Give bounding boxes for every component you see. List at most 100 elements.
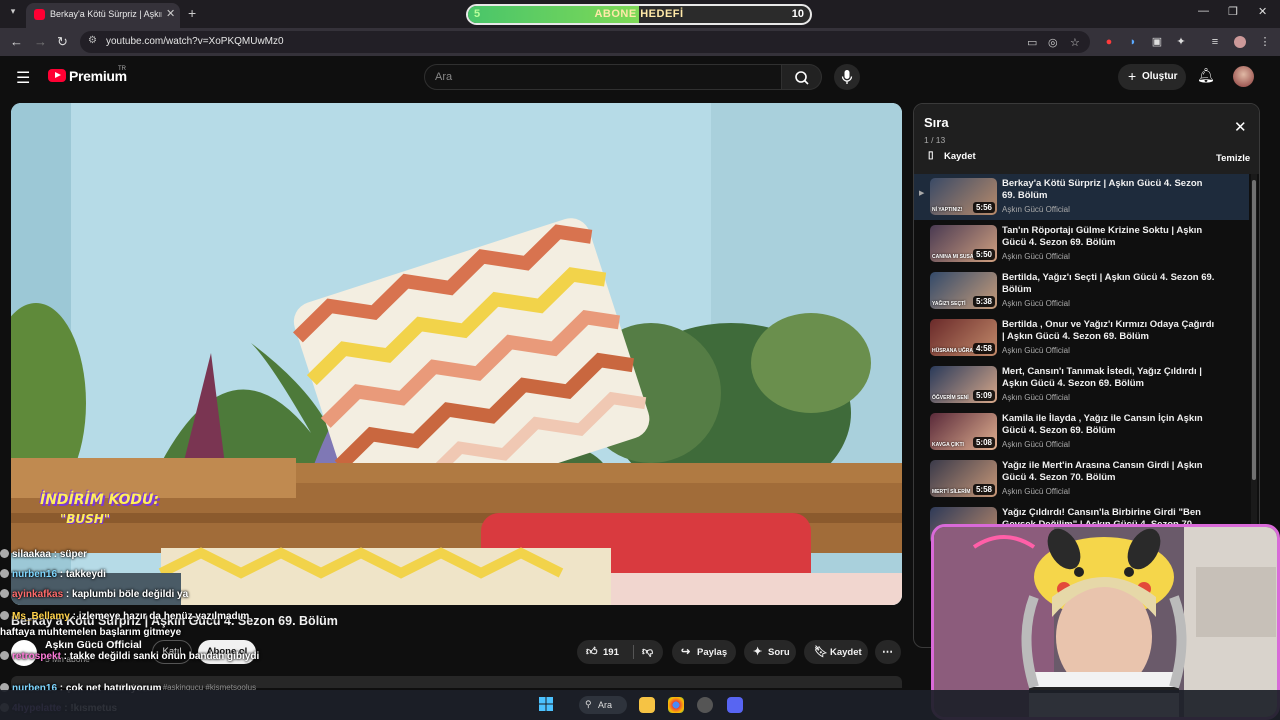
playlist-item[interactable]: KAVGA ÇIKTI 5:08 Kamila ile İlayda , Yağız…: [914, 409, 1249, 455]
playlist-item[interactable]: ▶ Nİ YAPTINIZ! 5:56 Berkay'a Kötü Sürpriz |…: [914, 174, 1249, 220]
eye-off-icon[interactable]: ◎: [1048, 36, 1058, 49]
search-button[interactable]: [782, 64, 822, 90]
search-icon: ⚲: [585, 699, 592, 709]
save-playlist-button[interactable]: ▯ Kaydet: [928, 150, 976, 162]
hamburger-menu-icon[interactable]: ☰: [16, 68, 30, 88]
playlist-item-channel: Aşkın Gücü Official: [1002, 440, 1070, 449]
reload-icon[interactable]: ↻: [57, 34, 68, 50]
country-code: TR: [118, 66, 126, 72]
playlist-thumbnail[interactable]: MERT'İ SİLERİM 5:58: [930, 460, 997, 497]
new-tab-icon[interactable]: +: [188, 5, 196, 21]
extension-twitch-icon[interactable]: ▣: [1151, 36, 1163, 48]
youtube-logo-icon[interactable]: [48, 69, 66, 82]
browser-toolbar: ← → ↻ ⚙ youtube.com/watch?v=XoPKQMUwMz0 …: [0, 28, 1280, 56]
goal-label: ABONE HEDEFİ: [594, 8, 684, 20]
chat-message: nurben16 : takkeydi: [0, 569, 106, 580]
playlist-item-title[interactable]: Berkay'a Kötü Sürpriz | Aşkın Gücü 4. Se…: [1002, 178, 1217, 202]
profile-avatar-icon[interactable]: [1234, 36, 1246, 48]
playlist-item-title[interactable]: Yağız ile Mert'in Arasına Cansın Girdi |…: [1002, 460, 1217, 484]
thumbs-down-icon: 👎︎: [642, 646, 654, 658]
taskbar-search[interactable]: ⚲ Ara: [579, 696, 627, 714]
more-actions-button[interactable]: ⋯: [875, 640, 901, 664]
duration-badge: 5:50: [972, 249, 995, 260]
restore-window-icon[interactable]: ❐: [1228, 5, 1238, 18]
minimize-icon[interactable]: —: [1198, 5, 1209, 17]
file-explorer-icon[interactable]: [639, 697, 655, 713]
search-placeholder: Ara: [435, 71, 453, 83]
chat-username: nurben16: [12, 569, 58, 580]
playlist-item-title[interactable]: Bertilda , Onur ve Yağız'ı Kırmızı Odaya…: [1002, 319, 1217, 343]
voice-search-button[interactable]: [834, 64, 860, 90]
playlist-thumbnail[interactable]: KAVGA ÇIKTI 5:08: [930, 413, 997, 450]
chat-message: retrospekt : takke değildi sanki onun ba…: [0, 649, 260, 665]
playlist-item[interactable]: HÜSRANA UĞRADI 4:58 Bertilda , Onur ve Yağ…: [914, 315, 1249, 361]
playlist-item[interactable]: ÖĞVERİM SENİ 5:09 Mert, Cansın'ı Tanımak İ…: [914, 362, 1249, 408]
playlist-item[interactable]: MERT'İ SİLERİM 5:58 Yağız ile Mert'in Aras…: [914, 456, 1249, 502]
playlist-header: Sıra 1 / 13 ✕ ▯ Kaydet Temizle: [914, 104, 1259, 174]
chat-message: silaakaa : süper: [0, 549, 87, 560]
tab-list-chevron-icon[interactable]: ▾: [6, 6, 20, 20]
address-bar[interactable]: ⚙ youtube.com/watch?v=XoPKQMUwMz0 ▭ ◎ ☆: [80, 31, 1090, 53]
more-menu-icon[interactable]: ⋮: [1259, 36, 1271, 48]
chat-badge-icon: [0, 549, 9, 558]
taskbar-search-label: Ara: [598, 700, 613, 710]
playlist-thumbnail[interactable]: HÜSRANA UĞRADI 4:58: [930, 319, 997, 356]
thumbnail-caption: KAVGA ÇIKTI: [932, 442, 964, 448]
thumbnail-caption: ÖĞVERİM SENİ: [932, 395, 969, 401]
playlist-item-title[interactable]: Tan'ın Röportajı Gülme Krizine Soktu | A…: [1002, 225, 1217, 249]
chat-username: silaakaa: [12, 549, 51, 560]
playlist-item[interactable]: YAĞIZ'I SEÇTİ 5:38 Bertilda, Yağız'ı Seçti…: [914, 268, 1249, 314]
save-button[interactable]: 🔖︎ Kaydet: [804, 640, 868, 664]
extensions-puzzle-icon[interactable]: ✦: [1175, 36, 1187, 48]
account-avatar[interactable]: [1233, 66, 1254, 87]
close-tab-icon[interactable]: ✕: [166, 7, 175, 20]
chrome-icon[interactable]: [668, 697, 684, 713]
close-playlist-icon[interactable]: ✕: [1234, 118, 1247, 136]
obs-icon[interactable]: [697, 697, 713, 713]
chat-badge-icon: [0, 569, 9, 578]
playlist-scroll-thumb[interactable]: [1252, 180, 1256, 480]
duration-badge: 4:58: [972, 343, 995, 354]
url-text[interactable]: youtube.com/watch?v=XoPKQMUwMz0: [106, 36, 284, 47]
ask-button[interactable]: ✦ Soru: [744, 640, 796, 664]
back-arrow-icon[interactable]: ←: [10, 34, 23, 49]
notifications-bell-icon[interactable]: 🔔︎: [1197, 67, 1215, 84]
share-button[interactable]: ↪ Paylaş: [672, 640, 736, 664]
discount-code-title: İNDİRİM KODU:: [40, 492, 159, 508]
windows-start-icon[interactable]: [539, 697, 553, 711]
chat-text: : takke değildi sanki onun bandan gibiyd…: [60, 651, 260, 662]
forward-arrow-icon[interactable]: →: [34, 34, 47, 49]
discord-icon[interactable]: [727, 697, 743, 713]
playlist-thumbnail[interactable]: YAĞIZ'I SEÇTİ 5:38: [930, 272, 997, 309]
playlist-item-title[interactable]: Mert, Cansın'ı Tanımak İstedi, Yağız Çıl…: [1002, 366, 1217, 390]
close-window-icon[interactable]: ✕: [1258, 5, 1267, 18]
video-player[interactable]: [11, 103, 902, 605]
playlist-item[interactable]: CANINA MI SUSADIN? 5:50 Tan'ın Röportajı G…: [914, 221, 1249, 267]
dislike-button[interactable]: 👎︎: [635, 640, 663, 664]
clear-playlist-button[interactable]: Temizle: [1216, 153, 1250, 164]
like-count: 191: [603, 647, 619, 658]
playlist-item-title[interactable]: Kamila ile İlayda , Yağız ile Cansın İçi…: [1002, 413, 1217, 437]
search-icon: [795, 71, 809, 85]
site-info-icon[interactable]: ⚙: [88, 35, 97, 46]
chat-username: retrospekt: [12, 651, 61, 662]
create-button[interactable]: + Oluştur: [1118, 64, 1186, 90]
like-button[interactable]: 👍︎ 191: [577, 640, 632, 664]
playlist-thumbnail[interactable]: CANINA MI SUSADIN? 5:50: [930, 225, 997, 262]
cast-icon[interactable]: ▭: [1027, 36, 1037, 49]
playlist-item-title[interactable]: Bertilda, Yağız'ı Seçti | Aşkın Gücü 4. …: [1002, 272, 1217, 296]
playlist-item-channel: Aşkın Gücü Official: [1002, 346, 1070, 355]
search-input[interactable]: Ara: [424, 64, 782, 90]
thumbs-up-icon: 👍︎: [586, 646, 598, 658]
plus-icon: +: [1128, 68, 1137, 84]
browser-tab[interactable]: Berkay'a Kötü Sürpriz | Aşkın Gü ✕: [26, 3, 180, 28]
extension-red-icon[interactable]: ●: [1103, 36, 1115, 48]
extension-audio-icon[interactable]: ◗: [1127, 36, 1139, 48]
bookmark-icon: 🔖︎: [814, 646, 828, 658]
chat-badge-icon: [0, 651, 9, 660]
bookmark-star-icon[interactable]: ☆: [1070, 36, 1080, 49]
playlist-thumbnail[interactable]: Nİ YAPTINIZ! 5:56: [930, 178, 997, 215]
duration-badge: 5:58: [972, 484, 995, 495]
reading-list-icon[interactable]: ≡: [1209, 36, 1221, 48]
playlist-thumbnail[interactable]: ÖĞVERİM SENİ 5:09: [930, 366, 997, 403]
